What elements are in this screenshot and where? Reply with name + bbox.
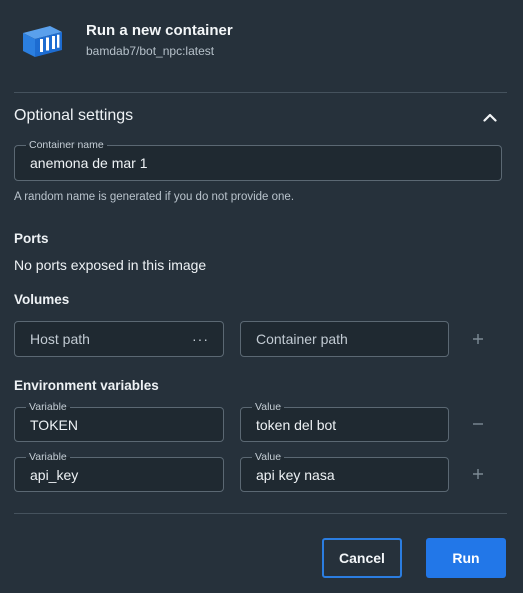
chevron-up-icon[interactable] [478,105,502,129]
host-path-input[interactable]: Host path ··· [14,321,224,357]
dialog-title: Run a new container [86,22,233,39]
ellipsis-icon[interactable]: ··· [192,322,209,356]
ports-message: No ports exposed in this image [14,257,207,273]
container-path-placeholder: Container path [256,331,348,347]
env-value-value: token del bot [256,416,337,433]
run-button[interactable]: Run [426,538,506,578]
container-name-help: A random name is generated if you do not… [14,191,295,203]
header-divider [14,92,507,93]
dialog-header: Run a new container bamdab7/bot_npc:late… [0,0,523,92]
minus-icon[interactable] [467,413,489,435]
env-variable-field[interactable]: Variable api_key [14,450,224,492]
container-name-field[interactable]: Container name anemona de mar 1 [14,138,502,181]
plus-icon[interactable] [467,328,489,350]
env-variable-field[interactable]: Variable TOKEN [14,400,224,442]
container-icon [21,22,64,59]
optional-settings-heading: Optional settings [14,107,134,124]
env-value-value: api key nasa [256,466,335,483]
env-variable-value: TOKEN [30,416,78,433]
env-heading: Environment variables [14,378,159,393]
host-path-placeholder: Host path [30,331,90,347]
ports-heading: Ports [14,231,49,246]
container-name-value: anemona de mar 1 [30,155,148,171]
env-value-field[interactable]: Value api key nasa [240,450,449,492]
footer-divider [14,513,507,514]
image-name: bamdab7/bot_npc:latest [86,44,215,58]
cancel-button[interactable]: Cancel [322,538,402,578]
container-path-input[interactable]: Container path [240,321,449,357]
volumes-heading: Volumes [14,292,70,307]
env-value-field[interactable]: Value token del bot [240,400,449,442]
plus-icon[interactable] [467,463,489,485]
env-variable-value: api_key [30,466,79,483]
